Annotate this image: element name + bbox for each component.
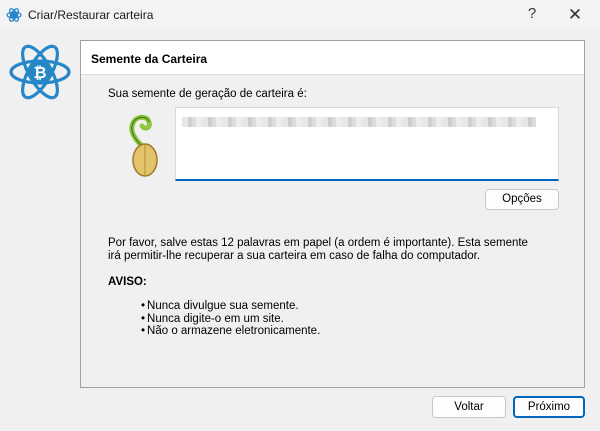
next-button[interactable]: Próximo <box>513 396 585 418</box>
warning-item: Nunca divulgue sua semente. <box>141 300 320 313</box>
options-button[interactable]: Opções <box>485 189 559 210</box>
back-button[interactable]: Voltar <box>432 396 506 418</box>
seed-prompt: Sua semente de geração de carteira é: <box>108 88 307 100</box>
warning-item: Não o armazene eletronicamente. <box>141 325 320 338</box>
page-title: Semente da Carteira <box>91 52 208 66</box>
warning-title: AVISO: <box>108 276 147 288</box>
electrum-bitcoin-logo: ₿ <box>9 44 71 100</box>
svg-text:₿: ₿ <box>33 63 46 82</box>
title-bar: Criar/Restaurar carteira ? ✕ <box>0 0 600 30</box>
seed-text-box[interactable] <box>175 107 559 181</box>
warning-list: Nunca divulgue sua semente. Nunca digite… <box>141 300 320 338</box>
wizard-panel: Semente da Carteira Sua semente de geraç… <box>80 40 585 388</box>
blurred-seed-words <box>182 117 536 127</box>
electrum-bitcoin-icon <box>6 8 22 22</box>
window-title: Criar/Restaurar carteira <box>28 8 154 22</box>
panel-header: Semente da Carteira <box>81 41 584 75</box>
warning-item: Nunca digite-o em um site. <box>141 313 320 326</box>
help-button[interactable]: ? <box>522 5 542 25</box>
close-button[interactable]: ✕ <box>563 4 587 26</box>
seed-info-text: Por favor, salve estas 12 palavras em pa… <box>108 237 528 262</box>
sprouting-seed-icon <box>129 114 158 177</box>
